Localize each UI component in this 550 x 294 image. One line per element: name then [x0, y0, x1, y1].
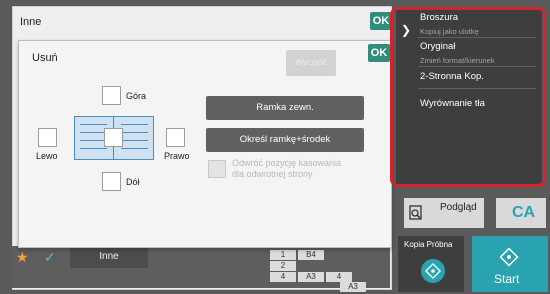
book-line — [80, 124, 107, 125]
bottom-label: Dół — [126, 177, 140, 187]
right-label: Prawo — [164, 151, 190, 161]
bottom-checkbox[interactable] — [102, 172, 121, 191]
frame-button[interactable]: Ramka zewn. — [206, 96, 364, 120]
left-label: Lewo — [36, 151, 58, 161]
highlight-frame — [390, 7, 546, 187]
back-ok-button[interactable]: OK — [370, 12, 392, 30]
book-line — [121, 148, 148, 149]
preview-icon — [409, 205, 422, 220]
book-line — [80, 148, 107, 149]
back-window-title: Inne — [20, 16, 42, 28]
reverse-label-line: Odwróć pozycję kasowania — [232, 158, 342, 168]
book-line — [121, 124, 148, 125]
tab-inne[interactable]: Inne — [70, 246, 148, 268]
proof-icon — [421, 259, 445, 283]
book-line — [121, 132, 148, 133]
star-icon[interactable]: ★ — [16, 249, 29, 266]
frame-center-button[interactable]: Określ ramkę+środek — [206, 128, 364, 152]
mini-cell: 2 — [270, 261, 296, 271]
mini-cell: 1 — [270, 250, 296, 260]
mini-cell: A3 — [340, 282, 366, 292]
book-line — [121, 140, 148, 141]
book-line — [80, 132, 107, 133]
dialog-ok-button[interactable]: OK — [368, 44, 390, 62]
reverse-label: Odwróć pozycję kasowania dla odwrotnej s… — [232, 158, 382, 180]
reverse-label-line: dla odwrotnej strony — [232, 169, 313, 179]
proof-copy-label: Kopia Próbna — [404, 240, 453, 249]
center-checkbox[interactable] — [104, 128, 123, 147]
book-line — [80, 140, 107, 141]
start-label: Start — [494, 272, 520, 286]
dialog-title: Usuń — [32, 52, 58, 64]
mini-cell: 4 — [326, 272, 352, 282]
right-checkbox[interactable] — [166, 128, 185, 147]
reverse-checkbox — [208, 160, 226, 178]
left-checkbox[interactable] — [38, 128, 57, 147]
check-icon[interactable]: ✓ — [44, 249, 56, 266]
mini-cell: A3 — [298, 272, 324, 282]
mini-cell: B4 — [298, 250, 324, 260]
mini-cell: 4 — [270, 272, 296, 282]
ca-label: CA — [512, 204, 536, 221]
top-checkbox[interactable] — [102, 86, 121, 105]
preview-label: Podgląd — [440, 202, 477, 213]
disabled-button: Wyczyść — [286, 50, 336, 76]
top-label: Góra — [126, 91, 147, 101]
start-icon — [499, 247, 519, 267]
